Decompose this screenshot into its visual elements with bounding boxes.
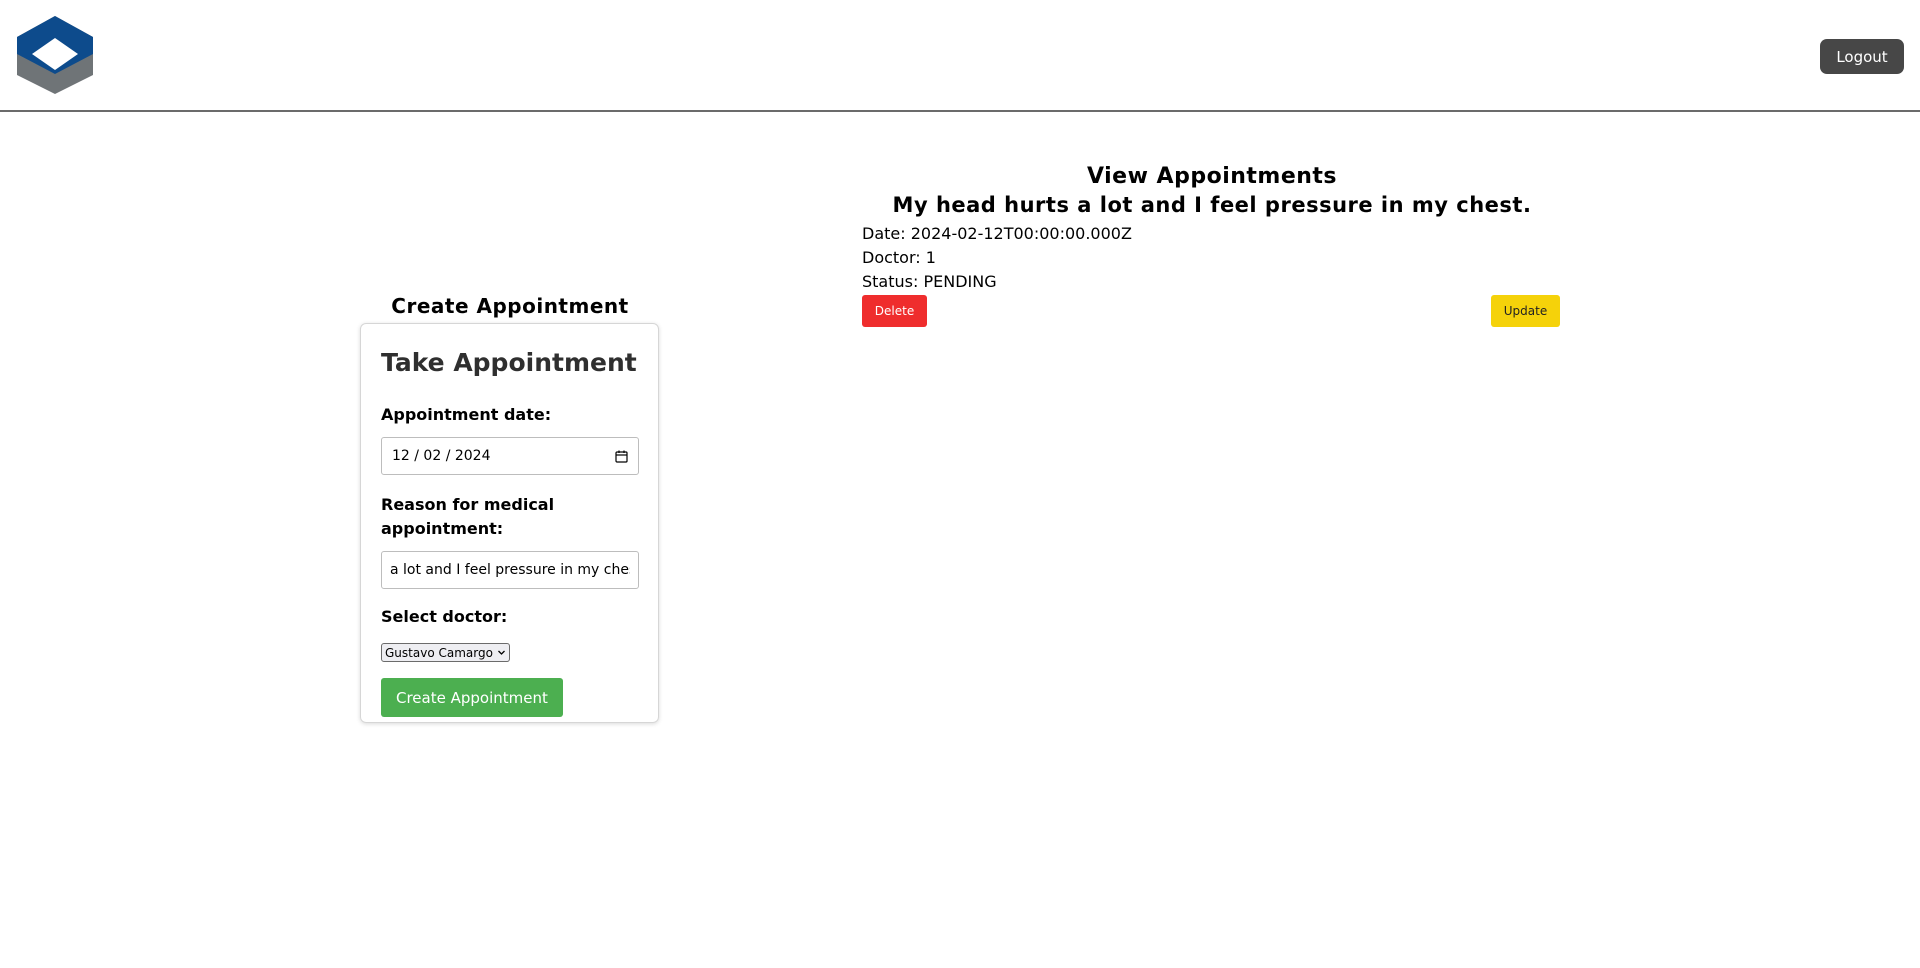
doctor-select[interactable]: Gustavo Camargo: [381, 643, 510, 662]
logout-button[interactable]: Logout: [1820, 39, 1904, 74]
reason-label: Reason for medical appointment:: [381, 495, 555, 538]
appointment-status: Status: PENDING: [862, 272, 997, 291]
appointment-date-value: 12 / 02 / 2024: [392, 448, 491, 464]
form-title: Take Appointment: [381, 348, 637, 377]
doctor-selected-value: Gustavo Camargo: [385, 645, 493, 660]
hexagon-cube-logo: [17, 16, 93, 94]
appointment-reason: My head hurts a lot and I feel pressure …: [892, 193, 1532, 217]
reason-input[interactable]: [381, 551, 639, 589]
appointment-date-input[interactable]: 12 / 02 / 2024: [381, 437, 639, 475]
delete-appointment-button[interactable]: Delete: [862, 295, 927, 327]
take-appointment-form: Take Appointment Appointment date: 12 / …: [360, 323, 659, 723]
appointment-doctor: Doctor: 1: [862, 248, 936, 267]
select-doctor-label: Select doctor:: [381, 607, 508, 626]
create-appointment-button[interactable]: Create Appointment: [381, 678, 563, 717]
calendar-icon[interactable]: [615, 450, 628, 463]
chevron-down-icon: [497, 650, 505, 655]
view-appointments-heading: View Appointments: [1086, 164, 1338, 189]
create-appointment-heading: Create Appointment: [391, 294, 629, 318]
update-appointment-button[interactable]: Update: [1491, 295, 1560, 327]
top-header: Logout: [0, 0, 1920, 112]
appointment-date: Date: 2024-02-12T00:00:00.000Z: [862, 224, 1132, 243]
appointment-date-label: Appointment date:: [381, 405, 552, 424]
